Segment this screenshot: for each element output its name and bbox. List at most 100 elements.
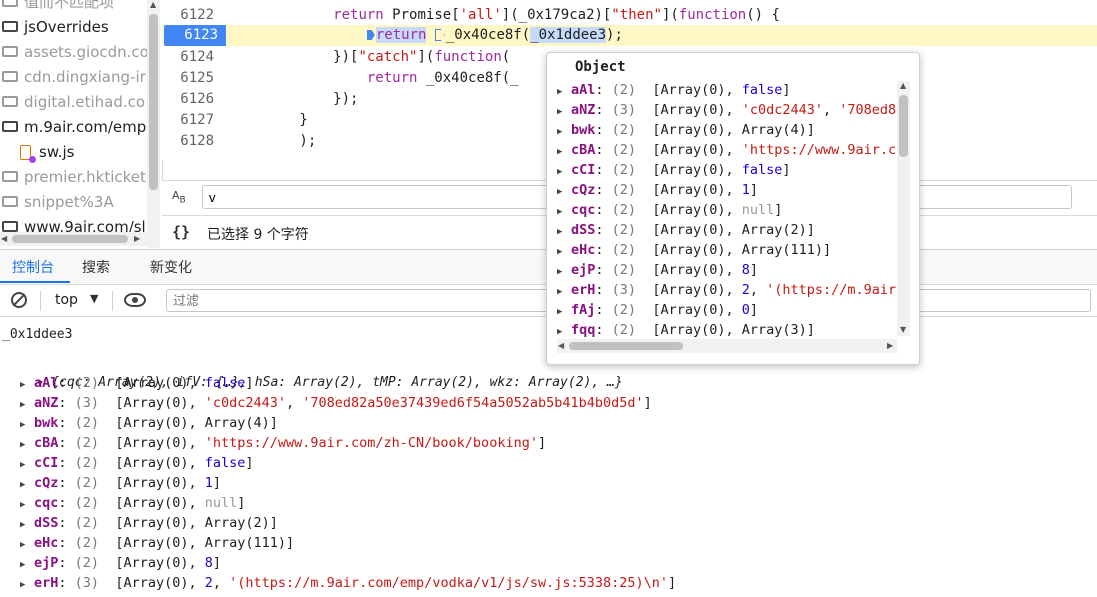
scroll-up-icon[interactable]: ▲ xyxy=(900,81,906,90)
scroll-left-icon[interactable]: ◀ xyxy=(1,234,7,243)
property-row[interactable]: ▶ bwk: (2) [Array(0), Array(4)] xyxy=(557,120,815,140)
property-row[interactable]: ▶ cCI: (2) [Array(0), false] xyxy=(557,160,791,180)
inline-breakpoint-icon[interactable] xyxy=(434,29,445,41)
tree-folder-item[interactable]: snippet%3A xyxy=(2,190,114,214)
property-row[interactable]: ▶ erH: (3) [Array(0), 2, '(https://m.9air xyxy=(557,280,896,300)
property-row[interactable]: ▶ ejP: (2) [Array(0), 8] xyxy=(20,553,221,573)
array-length: (2) xyxy=(74,555,100,571)
property-row[interactable]: ▶ cqc: (2) [Array(0), null] xyxy=(557,200,782,220)
tab-search[interactable]: 搜索 xyxy=(82,257,110,277)
expand-triangle-icon[interactable]: ▶ xyxy=(557,302,571,322)
tab-console[interactable]: 控制台 xyxy=(12,257,54,277)
code-line[interactable]: 6122 return Promise['all'](_0x179ca2)["t… xyxy=(162,5,1097,26)
clear-console-icon[interactable] xyxy=(11,292,27,308)
expand-triangle-icon[interactable]: ▶ xyxy=(557,102,571,122)
expand-triangle-icon[interactable]: ▶ xyxy=(557,282,571,302)
match-case-icon[interactable]: AB xyxy=(172,188,186,205)
tree-folder-item[interactable]: digital.etihad.co xyxy=(2,90,145,114)
property-value: [Array(0), Array(111)] xyxy=(652,242,832,258)
scroll-left-icon[interactable]: ◀ xyxy=(558,341,564,350)
property-value: [Array(0), 'c0dc2443', '708ed82a50e37439… xyxy=(115,395,652,411)
expand-triangle-icon[interactable]: ▶ xyxy=(20,375,34,395)
object-summary[interactable]: ▼ {cqc: Array(2), ifV: {…}, hSa: Array(2)… xyxy=(6,353,622,390)
expand-triangle-icon[interactable]: ▶ xyxy=(20,495,34,515)
line-number[interactable]: 6127 xyxy=(162,110,214,131)
expand-triangle-icon[interactable]: ▶ xyxy=(557,262,571,282)
tree-folder-item[interactable]: m.9air.com/emp xyxy=(2,115,146,139)
scrollbar-thumb[interactable] xyxy=(899,95,908,157)
property-row[interactable]: ▶ dSS: (2) [Array(0), Array(2)] xyxy=(20,513,278,533)
scroll-right-icon[interactable]: ▶ xyxy=(134,234,140,243)
expand-triangle-icon[interactable]: ▶ xyxy=(557,182,571,202)
line-number[interactable]: 6125 xyxy=(162,68,214,89)
array-length: (2) xyxy=(611,262,637,278)
context-selector[interactable]: top xyxy=(55,292,78,308)
scroll-up-icon[interactable]: ▲ xyxy=(150,0,156,9)
property-row[interactable]: ▶ dSS: (2) [Array(0), Array(2)] xyxy=(557,220,815,240)
tree-horizontal-scrollbar[interactable]: ◀ ▶ xyxy=(0,232,147,246)
property-row[interactable]: ▶ cBA: (2) [Array(0), 'https://www.9air.c… xyxy=(20,433,546,453)
tree-folder-item[interactable]: jsOverrides xyxy=(2,15,109,39)
expand-triangle-icon[interactable]: ▶ xyxy=(20,435,34,455)
line-number[interactable]: 6124 xyxy=(162,47,214,68)
property-row[interactable]: ▶ cqc: (2) [Array(0), null] xyxy=(20,493,245,513)
expand-triangle-icon[interactable]: ▶ xyxy=(20,555,34,575)
expand-triangle-icon[interactable]: ▶ xyxy=(557,202,571,222)
property-row[interactable]: ▶ eHc: (2) [Array(0), Array(111)] xyxy=(557,240,831,260)
property-row[interactable]: ▶ aAl: (2) [Array(0), false] xyxy=(20,373,254,393)
property-row[interactable]: ▶ fqq: (2) [Array(0), Array(3)] xyxy=(557,320,815,340)
property-row[interactable]: ▶ aAl: (2) [Array(0), false] xyxy=(557,80,791,100)
line-number[interactable]: 6128 xyxy=(162,131,214,152)
expand-triangle-icon[interactable]: ▶ xyxy=(557,142,571,162)
property-row[interactable]: ▶ aNZ: (3) [Array(0), 'c0dc2443', '708ed8 xyxy=(557,100,896,120)
popover-vertical-scrollbar[interactable]: ▲ ▼ xyxy=(897,81,910,336)
line-number[interactable]: 6122 xyxy=(162,5,214,26)
line-number[interactable]: 6126 xyxy=(162,89,214,110)
scroll-down-icon[interactable]: ▼ xyxy=(900,325,906,334)
scrollbar-thumb[interactable] xyxy=(149,14,158,190)
expand-triangle-icon[interactable]: ▶ xyxy=(557,162,571,182)
tree-folder-item[interactable]: 值而不匹配项 xyxy=(2,0,114,14)
eye-icon[interactable] xyxy=(124,293,146,307)
property-row[interactable]: ▶ fAj: (2) [Array(0), 0] xyxy=(557,300,758,320)
expand-triangle-icon[interactable]: ▶ xyxy=(20,455,34,475)
property-row[interactable]: ▶ cQz: (2) [Array(0), 1] xyxy=(557,180,758,200)
selection-status: 已选择 9 个字符 xyxy=(207,227,309,243)
expand-triangle-icon[interactable]: ▶ xyxy=(20,515,34,535)
property-row[interactable]: ▶ ejP: (2) [Array(0), 8] xyxy=(557,260,758,280)
pretty-print-icon[interactable]: {} xyxy=(172,223,190,241)
tree-folder-item[interactable]: assets.giocdn.co xyxy=(2,40,149,64)
code-line[interactable]: 6123 return _0x40ce8f(_0x1ddee3); xyxy=(162,25,1097,46)
expand-triangle-icon[interactable]: ▶ xyxy=(557,242,571,262)
expand-triangle-icon[interactable]: ▶ xyxy=(557,82,571,102)
tree-folder-item[interactable]: premier.hkticket xyxy=(2,165,146,189)
tree-folder-item[interactable]: cdn.dingxiang-ir xyxy=(2,65,146,89)
expand-triangle-icon[interactable]: ▶ xyxy=(557,222,571,242)
tree-file-item[interactable]: sw.js xyxy=(20,140,74,164)
scroll-right-icon[interactable]: ▶ xyxy=(887,341,893,350)
tree-vertical-scrollbar[interactable]: ▲ xyxy=(147,0,160,248)
tab-changes[interactable]: 新变化 xyxy=(150,257,192,277)
scrollbar-thumb[interactable] xyxy=(569,342,683,350)
expand-triangle-icon[interactable]: ▶ xyxy=(20,575,34,595)
expand-triangle-icon[interactable]: ▶ xyxy=(20,475,34,495)
property-row[interactable]: ▶ erH: (3) [Array(0), 2, '(https://m.9air… xyxy=(20,573,676,593)
expand-triangle-icon[interactable]: ▶ xyxy=(20,415,34,435)
current-line-marker[interactable]: 6123 xyxy=(164,25,226,46)
chevron-down-icon[interactable]: ▼ xyxy=(90,292,98,305)
popover-horizontal-scrollbar[interactable]: ◀ ▶ xyxy=(557,339,897,353)
expand-triangle-icon[interactable]: ▶ xyxy=(20,395,34,415)
array-length: (2) xyxy=(611,202,637,218)
array-length: (3) xyxy=(611,282,637,298)
property-row[interactable]: ▶ cCI: (2) [Array(0), false] xyxy=(20,453,254,473)
property-row[interactable]: ▶ aNZ: (3) [Array(0), 'c0dc2443', '708ed8… xyxy=(20,393,652,413)
property-row[interactable]: ▶ cQz: (2) [Array(0), 1] xyxy=(20,473,221,493)
inline-breakpoint-icon[interactable] xyxy=(366,30,375,40)
expand-triangle-icon[interactable]: ▶ xyxy=(20,535,34,555)
scrollbar-thumb[interactable] xyxy=(12,235,128,243)
expand-triangle-icon[interactable]: ▶ xyxy=(557,122,571,142)
property-value: [Array(0), 8] xyxy=(115,555,221,571)
property-row[interactable]: ▶ bwk: (2) [Array(0), Array(4)] xyxy=(20,413,278,433)
property-row[interactable]: ▶ eHc: (2) [Array(0), Array(111)] xyxy=(20,533,294,553)
property-row[interactable]: ▶ cBA: (2) [Array(0), 'https://www.9air.c xyxy=(557,140,896,160)
